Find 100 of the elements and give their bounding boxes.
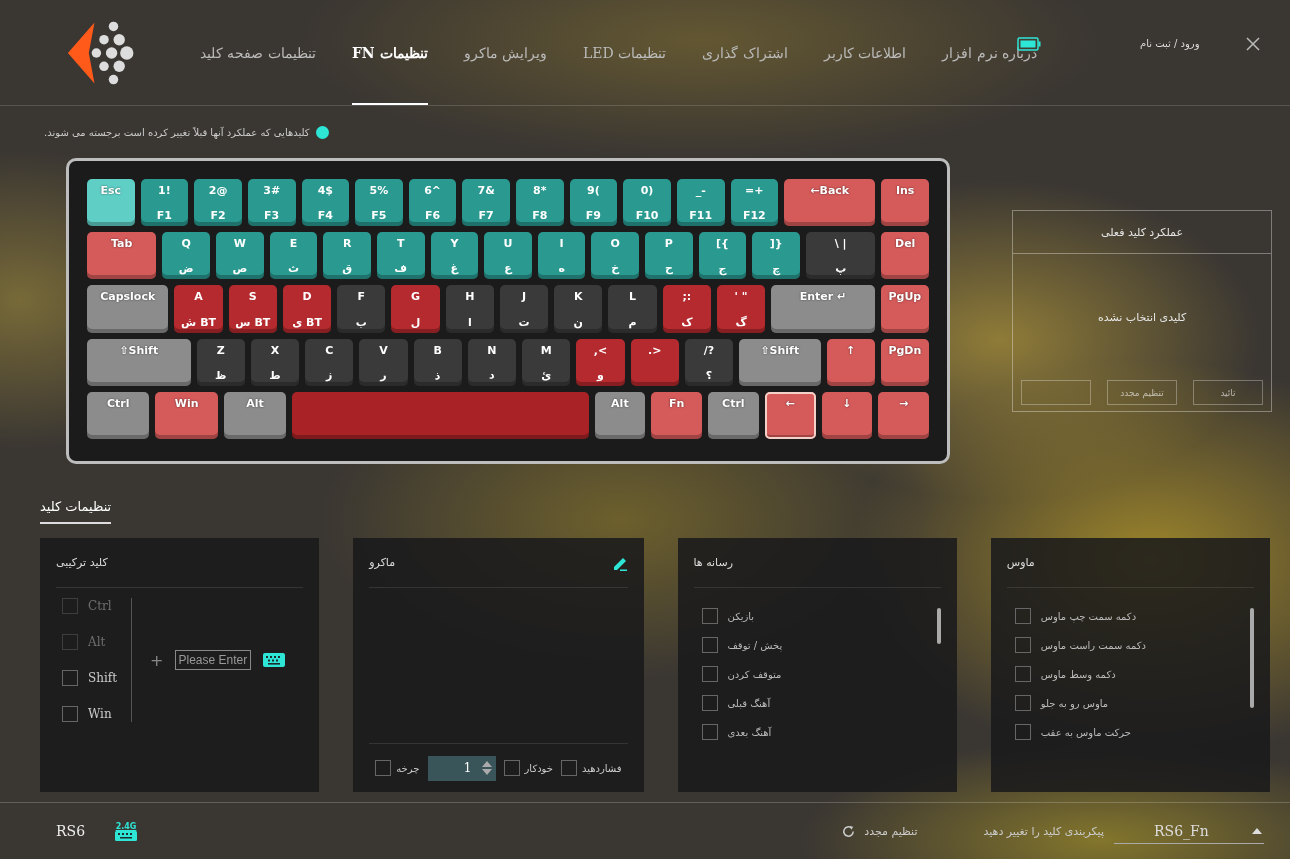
legend-text: کلیدهایی که عملکرد آنها قبلاً تغییر کرده است برجسته می شوند. [44,126,310,138]
keyboard-key[interactable]: 5% F5 [355,179,403,227]
close-icon[interactable] [1245,36,1261,52]
checkbox-label: Alt [88,635,106,649]
checkbox[interactable] [62,670,78,686]
action-button[interactable]: تائید [1193,380,1263,405]
nav-tab[interactable]: اشتراک گذاری [702,0,788,105]
checkbox-label: چرخه [396,762,420,774]
nav-tab[interactable]: ویرایش ماکرو [463,0,547,105]
list-item[interactable]: متوقف کردن [727,668,782,680]
action-button[interactable]: تنظیم مجدد [1107,380,1177,405]
checkbox[interactable] [701,608,718,624]
list-item[interactable]: دکمه سمت چپ ماوس [1040,610,1137,622]
keyboard-key[interactable]: =+ F12 [730,179,779,227]
config-label: پیکربندی کلید را تغییر دهید [983,824,1104,838]
keyboard-key[interactable]: Ctrl [708,391,759,439]
list-item[interactable]: دکمه وسط ماوس [1040,668,1116,680]
list-item[interactable]: آهنگ قبلی [727,697,771,709]
section-tab[interactable]: تنظیمات کلید [40,492,112,524]
keyboard-key[interactable]: Capslock [87,285,169,333]
panel-title: رسانه ها [693,556,733,569]
keyboard-key[interactable]: 3# F3 [247,179,296,227]
keyboard-key[interactable]: Ctrl [87,391,150,439]
keyboard-key[interactable]: 7& F7 [462,179,510,227]
keyboard-key[interactable]: /? ؟ [684,338,734,386]
count-spinner[interactable]: 1 [427,755,496,781]
action-button[interactable] [1021,380,1091,405]
keyboard-key[interactable]: 1! F1 [140,179,189,227]
list-item[interactable]: حرکت ماوس به عقب [1040,726,1131,738]
keyboard-key[interactable]: 9( F9 [569,179,618,227]
checkbox[interactable] [375,760,392,776]
list-item[interactable]: پخش / توقف [727,639,783,651]
checkbox[interactable] [560,760,577,776]
checkbox[interactable] [1014,695,1031,711]
keyboard-key[interactable]: 2@ F2 [194,179,242,227]
checkbox[interactable] [701,724,718,740]
keyboard-key[interactable]: Tab [87,232,157,280]
keyboard-key[interactable]: ↓ [821,391,873,439]
checkbox[interactable] [1014,637,1031,653]
keyboard-key[interactable]: Enter ↵ [771,285,875,333]
checkbox-label: Win [88,707,112,721]
keyboard-key[interactable]: Fn [651,391,702,439]
keyboard-key[interactable]: Alt [594,391,646,439]
keyboard-key[interactable]: ,< و [576,338,625,386]
keyboard-key[interactable]: 4$ F4 [301,179,350,227]
checkbox[interactable] [701,637,718,653]
list-item[interactable]: آهنگ بعدی [727,726,772,738]
keyboard-key[interactable]: [{ ج [698,232,747,280]
caret-icon [1252,827,1262,834]
nav-tab[interactable]: تنظیمات صفحه کلید [200,0,316,105]
keyboard-key[interactable]: ↑ [826,338,875,386]
checkbox[interactable] [1014,608,1031,624]
nav-tab[interactable]: تنظیمات FN [351,0,428,105]
keyboard-key[interactable]: 8* F8 [516,179,564,227]
nav-tab[interactable]: تنظیمات LED [583,0,667,105]
keyboard-key[interactable]: _- F11 [676,179,725,227]
login-link[interactable]: ورود / ثبت نام [1140,38,1200,49]
panel-title: عملکرد کلید فعلی [1013,211,1271,254]
keyboard-key[interactable]: PgDn [880,338,929,386]
keyboard-key[interactable]: Win [155,391,218,439]
key-input-field[interactable]: Please Enter [175,650,252,670]
scrollbar[interactable] [1250,608,1254,708]
keyboard-key[interactable]: .> [630,338,679,386]
keyboard-key[interactable]: ← [764,391,816,439]
nav-tab[interactable]: درباره نرم افزار [942,0,1037,105]
nav-tab[interactable]: اطلاعات کاربر [823,0,907,105]
keyboard-key[interactable] [292,391,589,439]
keyboard-key[interactable]: ;: ک [662,285,711,333]
checkbox-label: خودکار [524,762,553,774]
keyboard-key[interactable]: PgUp [880,285,929,333]
refresh-icon [841,823,857,839]
checkbox[interactable] [701,666,718,682]
checkbox[interactable] [701,695,718,711]
keyboard-key[interactable]: ⇧Shift [87,338,191,386]
panel-title: ماوس [1006,556,1035,569]
config-dropdown[interactable]: RS6_Fn [1114,818,1264,844]
keyboard-key[interactable]: ' " گ [716,285,766,333]
keyboard-key[interactable]: → [878,391,929,439]
list-item[interactable]: بازیکن [727,610,755,622]
keyboard-key[interactable]: Alt [223,391,287,439]
keyboard-key[interactable]: ←Back [784,179,876,227]
scrollbar[interactable] [936,608,941,644]
keyboard-key[interactable]: \ | پ [805,232,876,280]
keyboard-key[interactable]: Del [881,232,929,280]
empty-message: کلیدی انتخاب نشده [1096,309,1188,326]
reset-button[interactable]: تنظیم مجدد [835,822,924,840]
checkbox-label: فشاردهید [581,762,622,774]
checkbox[interactable] [62,706,78,722]
keyboard-key[interactable]: Ins [881,179,929,227]
list-item[interactable]: دکمه سمت راست ماوس [1040,639,1146,651]
checkbox-label: Ctrl [88,599,112,613]
list-item[interactable]: ماوس رو به جلو [1040,697,1109,709]
keyboard-key[interactable]: 6^ F6 [408,179,457,227]
checkbox[interactable] [1014,724,1031,740]
keyboard-icon[interactable] [263,653,286,667]
keyboard-key[interactable]: ⇧Shift [739,338,821,386]
checkbox[interactable] [503,760,520,776]
keyboard-key[interactable]: ]} چ [752,232,800,280]
checkbox[interactable] [1014,666,1031,682]
keyboard-key[interactable]: 0) F10 [623,179,671,227]
